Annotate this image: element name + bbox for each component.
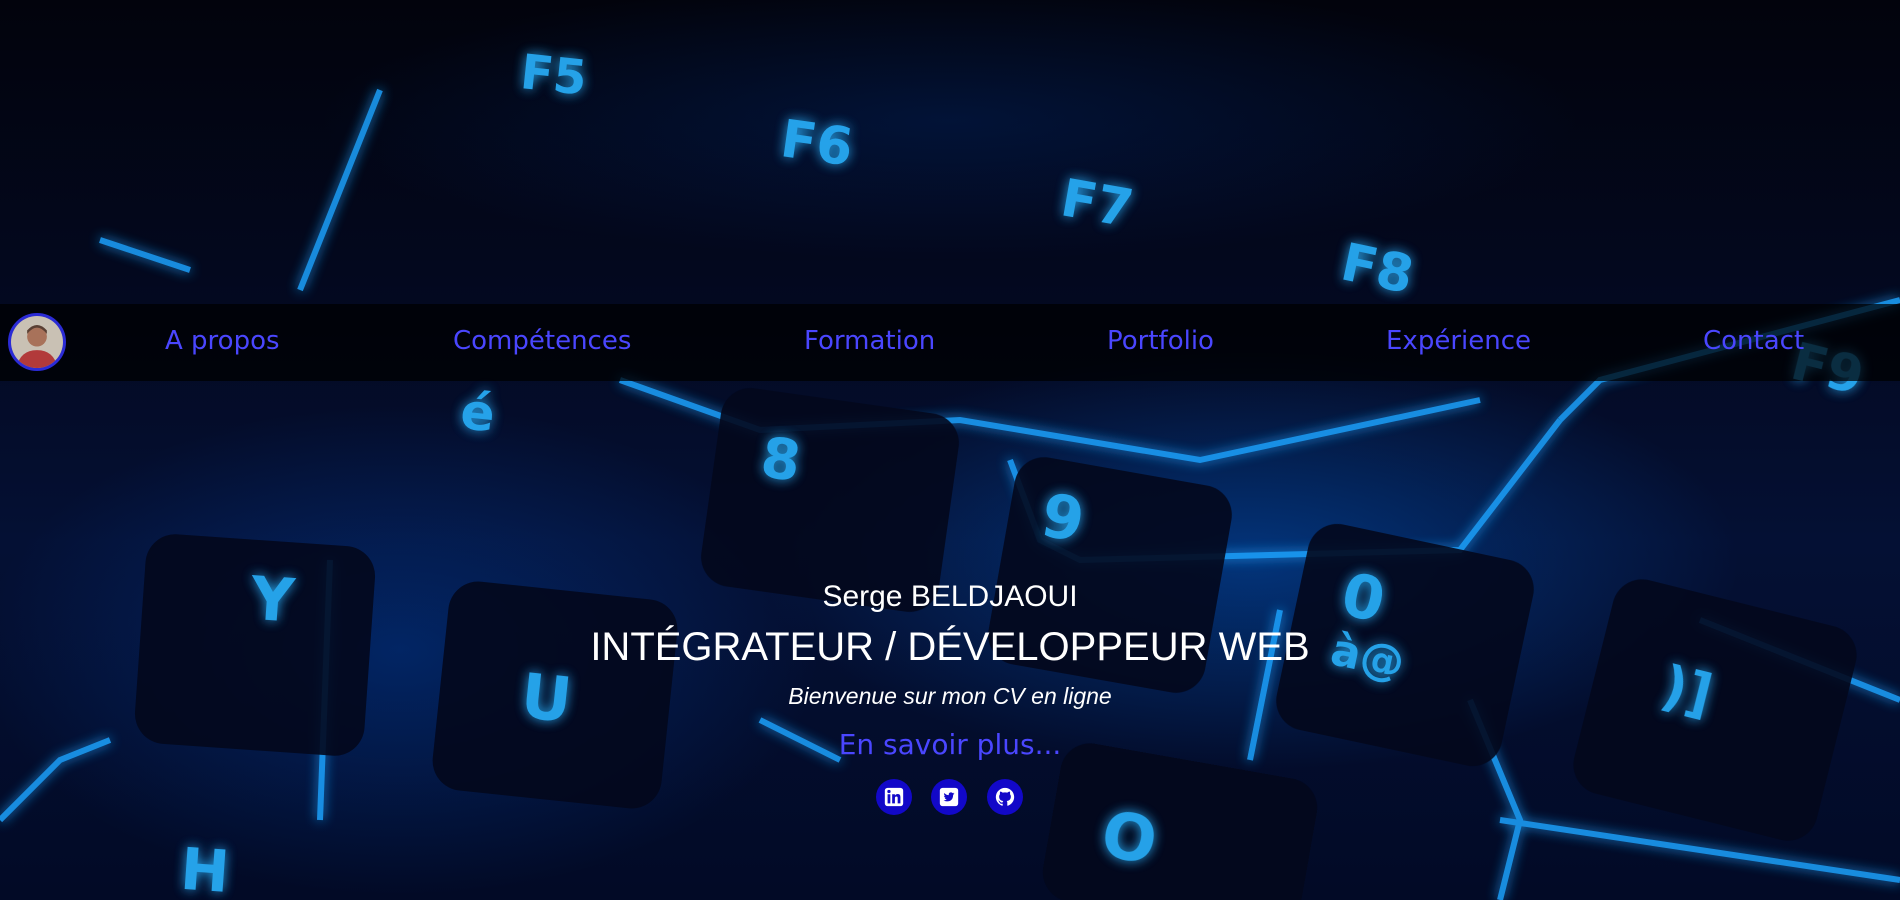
nav-item-education[interactable]: Formation: [804, 326, 935, 356]
profile-avatar[interactable]: [8, 313, 66, 371]
hero-background: F5 F6 F7 F8 F9 8 9 0 à@ )] Y U O H é: [0, 0, 1900, 900]
twitter-link[interactable]: [931, 779, 967, 815]
hero-name: Serge BELDJAOUI: [822, 580, 1078, 613]
nav-item-experience[interactable]: Expérience: [1386, 326, 1531, 356]
social-links: [0, 779, 1900, 815]
svg-text:F6: F6: [777, 109, 856, 178]
hero-subtitle: Bienvenue sur mon CV en ligne: [788, 683, 1112, 709]
avatar-photo: [11, 316, 63, 368]
github-icon: [995, 787, 1015, 806]
svg-text:F5: F5: [518, 44, 590, 107]
svg-text:F7: F7: [1056, 168, 1137, 240]
linkedin-link[interactable]: [876, 779, 912, 815]
nav-item-portfolio[interactable]: Portfolio: [1107, 326, 1214, 356]
svg-text:H: H: [178, 835, 231, 900]
nav-item-about[interactable]: A propos: [165, 326, 280, 356]
nav-item-contact[interactable]: Contact: [1703, 326, 1804, 356]
hero-title: INTÉGRATEUR / DÉVELOPPEUR WEB: [590, 625, 1310, 669]
svg-text:F8: F8: [1336, 233, 1419, 307]
linkedin-icon: [884, 787, 904, 807]
twitter-icon: [939, 787, 959, 807]
github-link[interactable]: [987, 779, 1023, 815]
svg-text:é: é: [458, 382, 498, 443]
main-navbar: A propos Compétences Formation Portfolio…: [0, 304, 1900, 381]
learn-more-link[interactable]: En savoir plus...: [0, 728, 1900, 761]
keyboard-illustration: F5 F6 F7 F8 F9 8 9 0 à@ )] Y U O H é: [0, 44, 1900, 900]
nav-item-skills[interactable]: Compétences: [453, 326, 631, 356]
